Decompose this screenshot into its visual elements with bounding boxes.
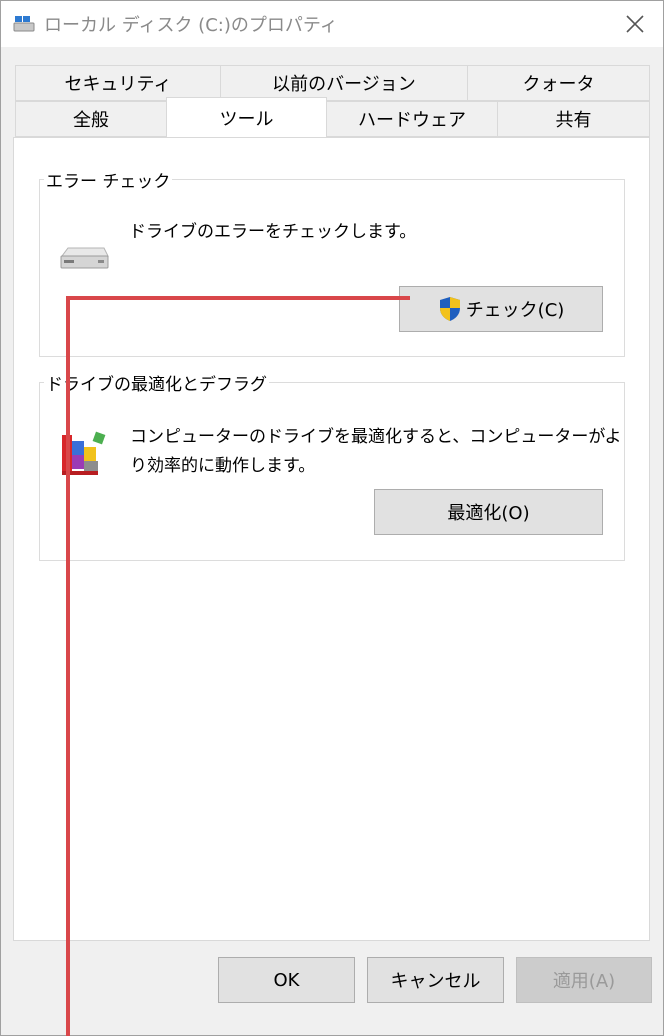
optimize-button[interactable]: 最適化(O) bbox=[374, 489, 603, 535]
close-icon bbox=[626, 15, 644, 33]
tab-label: クォータ bbox=[522, 74, 595, 95]
tools-panel: エラー チェック ドライブのエラーをチェックします。 チェック(C) ドライブの… bbox=[13, 137, 650, 941]
tab-quota[interactable]: クォータ bbox=[467, 65, 650, 101]
cancel-button-label: キャンセル bbox=[390, 971, 481, 992]
optimize-group: ドライブの最適化とデフラグ コンピューターのドライブを最適化すると、コンピュータ… bbox=[39, 370, 625, 561]
check-button[interactable]: チェック(C) bbox=[399, 286, 603, 332]
error-check-description: ドライブのエラーをチェックします。 bbox=[129, 222, 417, 242]
uac-shield-icon bbox=[439, 297, 460, 321]
apply-button-label: 適用(A) bbox=[552, 971, 616, 992]
tab-general[interactable]: 全般 bbox=[15, 101, 167, 137]
tab-security[interactable]: セキュリティ bbox=[15, 65, 221, 101]
error-check-group: エラー チェック ドライブのエラーをチェックします。 チェック(C) bbox=[39, 167, 625, 357]
optimize-button-label: 最適化(O) bbox=[447, 503, 530, 524]
tab-previous-versions[interactable]: 以前のバージョン bbox=[220, 65, 468, 101]
tab-tools[interactable]: ツール bbox=[166, 97, 327, 137]
annotation-line-horizontal bbox=[66, 296, 410, 300]
cancel-button[interactable]: キャンセル bbox=[367, 957, 504, 1003]
hard-drive-icon bbox=[60, 247, 109, 269]
tab-hardware[interactable]: ハードウェア bbox=[326, 101, 498, 137]
check-button-label: チェック(C) bbox=[465, 300, 565, 321]
tab-label: ハードウェア bbox=[358, 110, 466, 131]
tab-label: ツール bbox=[219, 108, 274, 130]
tab-label: 以前のバージョン bbox=[272, 74, 416, 95]
tab-label: 共有 bbox=[555, 110, 592, 131]
optimize-description-line2: り効率的に動作します。 bbox=[130, 456, 316, 476]
tab-label: 全般 bbox=[73, 110, 109, 131]
close-button[interactable] bbox=[607, 1, 663, 47]
error-check-title: エラー チェック bbox=[44, 167, 173, 192]
tab-sharing[interactable]: 共有 bbox=[497, 101, 650, 137]
apply-button[interactable]: 適用(A) bbox=[516, 957, 652, 1003]
window-title: ローカル ディスク (C:)のプロパティ bbox=[44, 15, 338, 36]
optimize-description-line1: コンピューターのドライブを最適化すると、コンピューターがよ bbox=[130, 427, 622, 447]
optimize-title: ドライブの最適化とデフラグ bbox=[44, 370, 269, 395]
ok-button-label: OK bbox=[273, 969, 300, 991]
drive-icon bbox=[13, 16, 35, 32]
optimize-description: コンピューターのドライブを最適化すると、コンピューターがよ り効率的に動作します… bbox=[130, 423, 621, 481]
annotation-line-vertical bbox=[66, 296, 70, 1036]
title-bar: ローカル ディスク (C:)のプロパティ bbox=[1, 1, 663, 47]
tab-label: セキュリティ bbox=[64, 74, 172, 95]
properties-dialog: ローカル ディスク (C:)のプロパティ セキュリティ 以前のバージョン クォー… bbox=[0, 0, 664, 1036]
ok-button[interactable]: OK bbox=[218, 957, 355, 1003]
